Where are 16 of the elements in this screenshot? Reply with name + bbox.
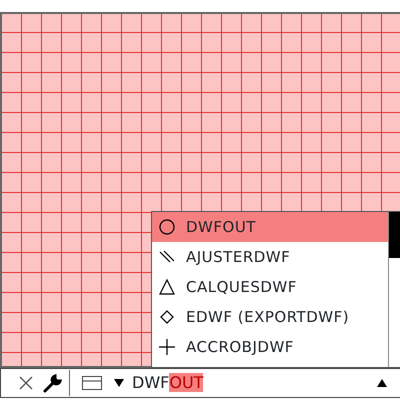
plus-icon	[158, 338, 176, 356]
suggestion-item[interactable]: ACCROBJDWF	[152, 332, 388, 362]
window-icon[interactable]	[82, 376, 102, 390]
diamond-icon	[158, 308, 176, 326]
suggestion-item[interactable]: CALQUESDWF	[152, 272, 388, 302]
suggestion-item[interactable]: EDWF (EXPORTDWF)	[152, 302, 388, 332]
circle-icon	[158, 218, 176, 236]
scrollbar-thumb[interactable]	[389, 212, 400, 258]
scrollbar[interactable]	[388, 212, 400, 367]
suggestion-item[interactable]: DWFOUT	[152, 212, 388, 242]
triangle-icon	[158, 278, 176, 296]
close-icon[interactable]	[19, 376, 33, 390]
suggestion-item[interactable]: AJUSTERDWF	[152, 242, 388, 272]
expand-icon[interactable]	[377, 379, 387, 387]
wrench-icon[interactable]	[43, 373, 63, 393]
dropdown-icon[interactable]	[114, 379, 124, 387]
